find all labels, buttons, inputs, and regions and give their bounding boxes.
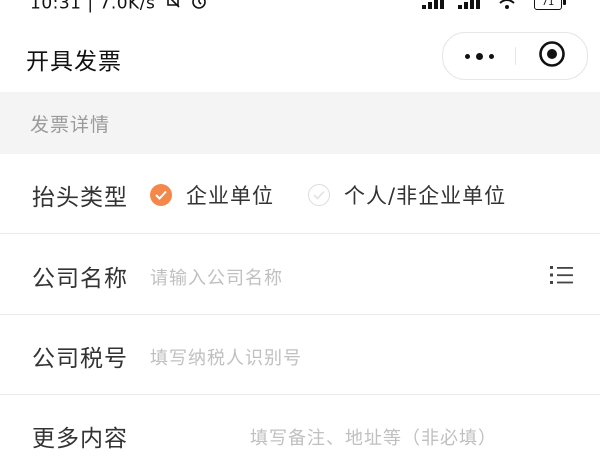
tax-id-input[interactable]: 填写纳税人识别号	[150, 344, 302, 370]
company-name-row: 公司名称 请输入公司名称	[0, 235, 600, 315]
status-time: 10:31 | 7.0K/s	[30, 0, 156, 14]
page-title: 开具发票	[26, 49, 122, 75]
unchecked-circle-icon	[308, 184, 330, 206]
capsule-menu	[442, 32, 588, 80]
more-button[interactable]	[443, 33, 515, 79]
radio-enterprise[interactable]: 企业单位	[150, 180, 274, 210]
signal-icon	[422, 0, 450, 13]
battery-icon: 71	[534, 0, 566, 10]
extra-content-row: 更多内容 填写备注、地址等（非必填）	[0, 395, 600, 475]
company-name-label: 公司名称	[32, 266, 128, 292]
extra-content-label: 更多内容	[32, 426, 128, 452]
wifi-icon	[494, 0, 520, 14]
list-icon[interactable]	[550, 264, 574, 290]
signal-icon-2	[458, 0, 486, 13]
company-name-input[interactable]: 请输入公司名称	[150, 264, 283, 290]
status-bar: 10:31 | 7.0K/s 71	[0, 0, 600, 18]
radio-enterprise-label: 企业单位	[186, 184, 274, 208]
alarm-off-icon	[165, 0, 181, 14]
close-miniprogram-button[interactable]	[516, 33, 587, 79]
invoice-type-label: 抬头类型	[32, 185, 128, 211]
extra-content-input[interactable]: 填写备注、地址等（非必填）	[250, 424, 497, 450]
checkmark-icon	[150, 184, 172, 206]
timer-icon	[191, 0, 207, 14]
section-title: 发票详情	[30, 114, 111, 136]
invoice-type-row: 抬头类型 企业单位 个人/非企业单位	[0, 154, 600, 234]
tax-id-label: 公司税号	[32, 346, 128, 372]
more-dots-icon	[462, 52, 497, 60]
invoice-type-radio-group: 企业单位 个人/非企业单位	[150, 180, 506, 210]
radio-individual-label: 个人/非企业单位	[344, 184, 507, 208]
nav-bar: 开具发票	[0, 18, 600, 92]
section-header: 发票详情	[0, 92, 600, 154]
divider	[0, 233, 600, 234]
target-circle-icon	[538, 40, 566, 72]
tax-id-row: 公司税号 填写纳税人识别号	[0, 315, 600, 395]
radio-individual[interactable]: 个人/非企业单位	[308, 180, 506, 210]
